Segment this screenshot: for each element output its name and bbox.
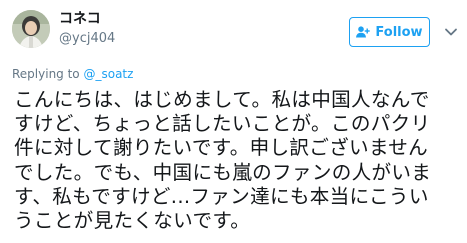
tweet-text-line: こんにちは、はじめまして。私は中国人なんで xyxy=(14,88,430,111)
chevron-down-icon xyxy=(445,28,457,36)
tweet-card: コネコ @ycj404 Follow Replying to @_soatz こ… xyxy=(0,0,467,243)
follow-button[interactable]: Follow xyxy=(349,17,430,47)
user-handle[interactable]: @ycj404 xyxy=(59,31,115,47)
tweet-text: こんにちは、はじめまして。私は中国人なんで すけど、ちょっと話したいことが。この… xyxy=(14,88,462,233)
reply-handle-link[interactable]: @_soatz xyxy=(83,67,133,81)
tweet-text-line: 件に対して謝りたいです。申し訳ございません xyxy=(14,136,429,160)
add-user-icon xyxy=(356,26,371,38)
tweet-menu-button[interactable] xyxy=(444,24,458,38)
tweet-text-line: す、私もですけど...ファン達にも本当にこうい xyxy=(14,184,429,208)
tweet-text-line: でした。でも、中国にも嵐のファンの人がいま xyxy=(14,160,432,184)
tweet-text-line: うことが見たくないです。 xyxy=(14,209,251,233)
tweet-text-line: すけど、ちょっと話したいことが。このパクリ xyxy=(14,112,431,136)
follow-button-label: Follow xyxy=(375,24,423,40)
display-name[interactable]: コネコ xyxy=(59,11,101,28)
avatar[interactable] xyxy=(12,10,50,48)
replying-to: Replying to @_soatz xyxy=(12,67,133,82)
avatar-image xyxy=(12,10,50,48)
replying-to-prefix: Replying to xyxy=(12,67,84,81)
